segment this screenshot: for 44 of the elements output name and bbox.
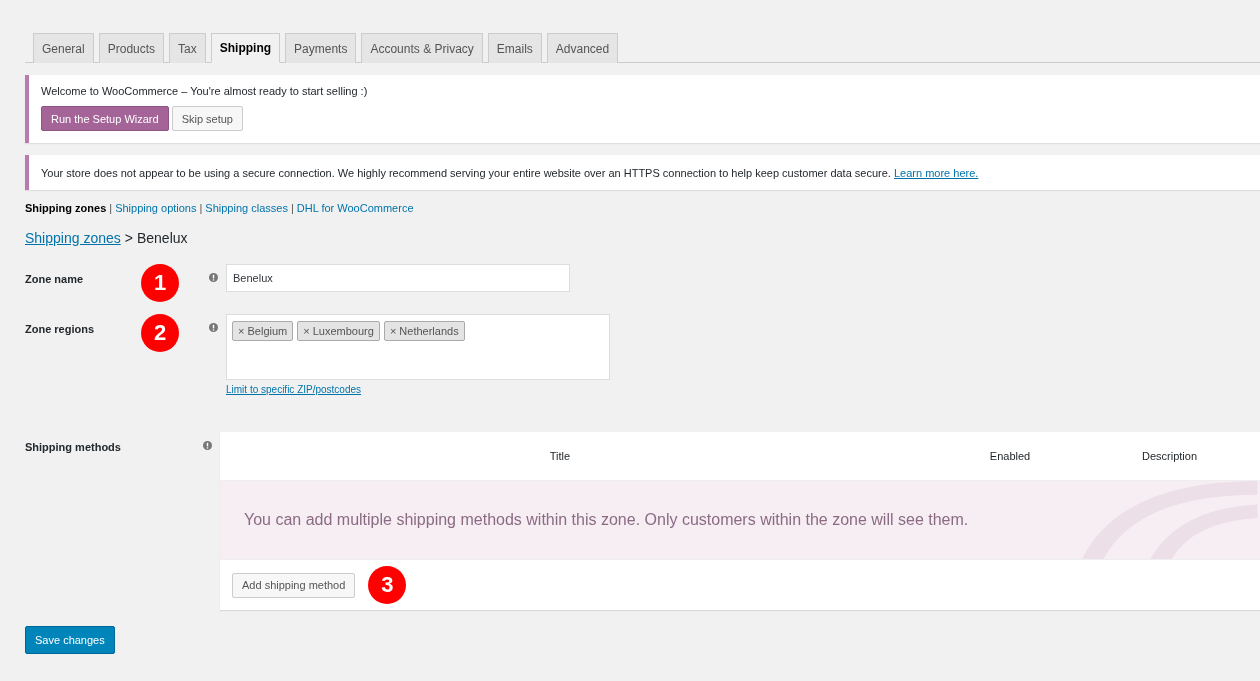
settings-tab[interactable]: Advanced (546, 33, 619, 63)
separator: | (109, 202, 113, 214)
subnav-link[interactable]: DHL for WooCommerce (296, 202, 414, 214)
field-label: Shipping methods (25, 440, 122, 453)
subnav-link[interactable]: Shipping options (115, 202, 197, 214)
region-tag[interactable]: × Belgium (232, 321, 294, 341)
zone-name-field[interactable]: Benelux (226, 264, 570, 292)
settings-tab[interactable]: Accounts & Privacy (361, 33, 483, 63)
region-tag[interactable]: × Netherlands (383, 321, 465, 341)
settings-tab[interactable]: Emails (487, 33, 542, 63)
add-method-button[interactable]: Add shipping method (232, 572, 356, 598)
settings-tab[interactable]: Products (98, 33, 165, 63)
welcome-text: Welcome to WooCommerce – You're almost ready to start selling :) (41, 85, 369, 97)
postcode-link[interactable]: Limit to specific ZIP/postcodes (226, 384, 610, 395)
field-label: Zone regions (25, 322, 96, 335)
settings-tab[interactable]: General (33, 33, 94, 63)
setup-wizard-button[interactable]: Run the Setup Wizard (41, 106, 169, 131)
region-tag[interactable]: × Luxembourg (297, 321, 380, 341)
step-marker: 3 (368, 566, 407, 604)
security-text: Your store does not appear to be using a secure connection. We highly recommend serving your entire website over an HTTPS connection to help keep customer data secure. Learn more here. (41, 166, 979, 179)
subnav-link[interactable]: Shipping classes (205, 202, 288, 214)
breadcrumb-current: Benelux (136, 230, 188, 246)
settings-tab[interactable]: Payments (285, 33, 357, 63)
empty-message: You can add multiple shipping methods within this zone. Only customers within the zone will see them. (244, 511, 969, 529)
settings-tab[interactable]: Shipping (210, 33, 281, 63)
field-label: Zone name (25, 272, 85, 285)
column-header: Title (548, 450, 572, 462)
separator: | (199, 202, 203, 214)
help-icon[interactable] (209, 273, 218, 282)
subnav-link[interactable]: Shipping zones (25, 202, 107, 214)
zone-regions-field[interactable]: × Belgium × Luxembourg × Netherlands (226, 314, 610, 380)
save-button[interactable]: Save changes (25, 626, 115, 654)
separator: | (290, 202, 294, 214)
step-marker: 1 (141, 264, 179, 302)
breadcrumb-separator: > (124, 230, 133, 246)
column-header: Description (1141, 450, 1199, 462)
settings-tab[interactable]: Tax (169, 33, 206, 63)
column-header: Enabled (988, 450, 1032, 462)
breadcrumb-link[interactable]: Shipping zones (25, 230, 121, 246)
step-marker: 2 (141, 314, 179, 352)
learn-more-link[interactable]: Learn more here. (894, 166, 979, 179)
help-icon[interactable] (203, 441, 212, 450)
help-icon[interactable] (209, 323, 218, 332)
skip-button[interactable]: Skip setup (171, 106, 243, 131)
